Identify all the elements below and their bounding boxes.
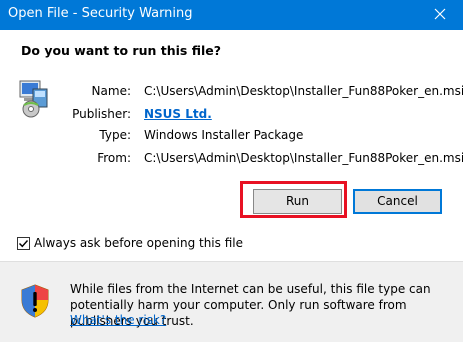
security-warning-dialog: Open File - Security Warning Do you want… (0, 0, 463, 342)
publisher-label: Publisher: (72, 107, 131, 121)
from-label: From: (97, 151, 131, 165)
warning-footer: While files from the Internet can be use… (0, 261, 463, 342)
checkmark-icon (19, 239, 29, 247)
name-value: C:\Users\Admin\Desktop\Installer_Fun88Po… (144, 84, 463, 98)
whats-the-risk-link[interactable]: What's the risk? (70, 313, 166, 327)
msi-installer-icon (18, 79, 50, 119)
name-label: Name: (91, 84, 131, 98)
always-ask-label: Always ask before opening this file (34, 236, 243, 250)
cancel-button[interactable]: Cancel (353, 189, 442, 214)
from-value: C:\Users\Admin\Desktop\Installer_Fun88Po… (144, 151, 463, 165)
type-label: Type: (99, 128, 131, 142)
publisher-link[interactable]: NSUS Ltd. (144, 107, 212, 121)
security-shield-icon (20, 284, 50, 318)
close-icon (434, 8, 446, 23)
type-value: Windows Installer Package (144, 128, 304, 142)
always-ask-option[interactable]: Always ask before opening this file (17, 236, 243, 250)
window-title: Open File - Security Warning (8, 6, 193, 21)
close-button[interactable] (417, 0, 463, 30)
always-ask-checkbox[interactable] (17, 236, 30, 250)
title-bar[interactable]: Open File - Security Warning (0, 0, 463, 30)
question-heading: Do you want to run this file? (21, 43, 221, 58)
run-button[interactable]: Run (253, 189, 342, 214)
